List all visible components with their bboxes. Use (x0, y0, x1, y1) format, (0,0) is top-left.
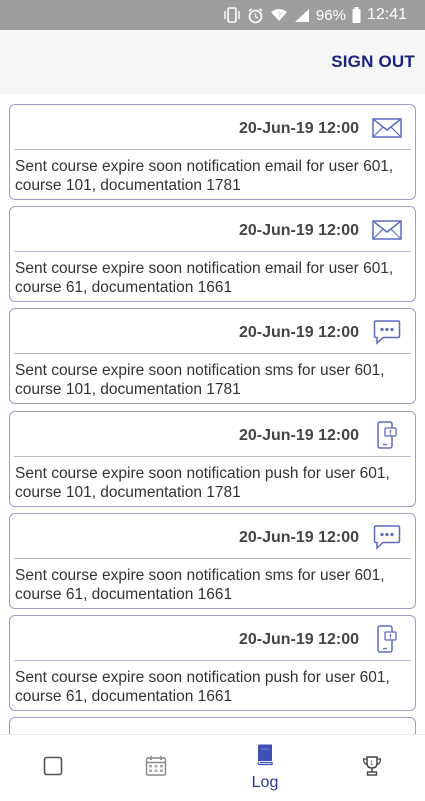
checkbox-icon (43, 756, 63, 781)
log-entry-message: Sent course expire soon notification sms… (15, 567, 385, 603)
alarm-icon (247, 7, 264, 24)
card-divider (14, 660, 411, 661)
card-divider (14, 558, 411, 559)
log-entry[interactable]: 20-Jun-19 12:00 Sent course expire soon … (9, 308, 416, 404)
nav-item-achievements[interactable]: 1 (319, 735, 425, 801)
log-entry[interactable]: 20-Jun-19 12:00 Sent course expire soon … (9, 615, 416, 711)
log-entry-date: 20-Jun-19 12:00 (238, 631, 359, 648)
status-bar: ? 96% 12:41 (0, 0, 425, 30)
clock: 12:41 (366, 6, 407, 23)
log-entry-message: Sent course expire soon notification pus… (15, 465, 390, 501)
app-header: SIGN OUT (0, 30, 425, 94)
nav-item-tasks[interactable] (0, 735, 106, 801)
nav-item-calendar[interactable] (103, 735, 209, 801)
log-entry-message: Sent course expire soon notification pus… (15, 669, 390, 705)
vibrate-icon (223, 7, 241, 23)
nav-label-log: Log (251, 774, 279, 791)
wifi-icon: ? (270, 8, 288, 22)
bottom-navigation: Log 1 (0, 734, 425, 800)
log-list[interactable]: 20-Jun-19 12:00 Sent course expire soon … (0, 94, 425, 734)
log-entry[interactable]: 20-Jun-19 12:00 Sent course expire soon … (9, 411, 416, 507)
log-entry-date: 20-Jun-19 12:00 (238, 529, 359, 546)
card-divider (14, 353, 411, 354)
push-icon (372, 625, 402, 653)
email-icon (372, 217, 402, 243)
card-divider (14, 149, 411, 150)
log-entry-date: 20-Jun-19 12:00 (238, 324, 359, 341)
sign-out-button[interactable]: SIGN OUT (331, 52, 415, 72)
signal-icon (294, 8, 310, 23)
book-icon (256, 744, 274, 771)
card-divider (14, 251, 411, 252)
log-entry[interactable]: 20-Jun-19 12:00 Sent course expire soon … (9, 513, 416, 609)
log-entry-message: Sent course expire soon notification ema… (15, 260, 394, 296)
log-entry-message: Sent course expire soon notification sms… (15, 362, 385, 398)
battery-icon (352, 7, 361, 23)
trophy-icon: 1 (361, 755, 383, 782)
sms-icon (372, 319, 402, 345)
log-entry-date: 20-Jun-19 12:00 (238, 120, 359, 137)
email-icon (372, 115, 402, 141)
battery-level: 96% (315, 6, 346, 24)
calendar-icon (145, 755, 167, 782)
log-entry-message: Sent course expire soon notification ema… (15, 158, 394, 194)
log-entry-partial[interactable] (9, 717, 416, 734)
log-entry-date: 20-Jun-19 12:00 (238, 222, 359, 239)
sms-icon (372, 524, 402, 550)
nav-item-log[interactable]: Log (212, 735, 318, 801)
card-divider (14, 456, 411, 457)
svg-text:1: 1 (370, 761, 374, 767)
push-icon (372, 421, 402, 449)
log-entry[interactable]: 20-Jun-19 12:00 Sent course expire soon … (9, 206, 416, 302)
log-entry[interactable]: 20-Jun-19 12:00 Sent course expire soon … (9, 104, 416, 200)
log-entry-date: 20-Jun-19 12:00 (238, 427, 359, 444)
